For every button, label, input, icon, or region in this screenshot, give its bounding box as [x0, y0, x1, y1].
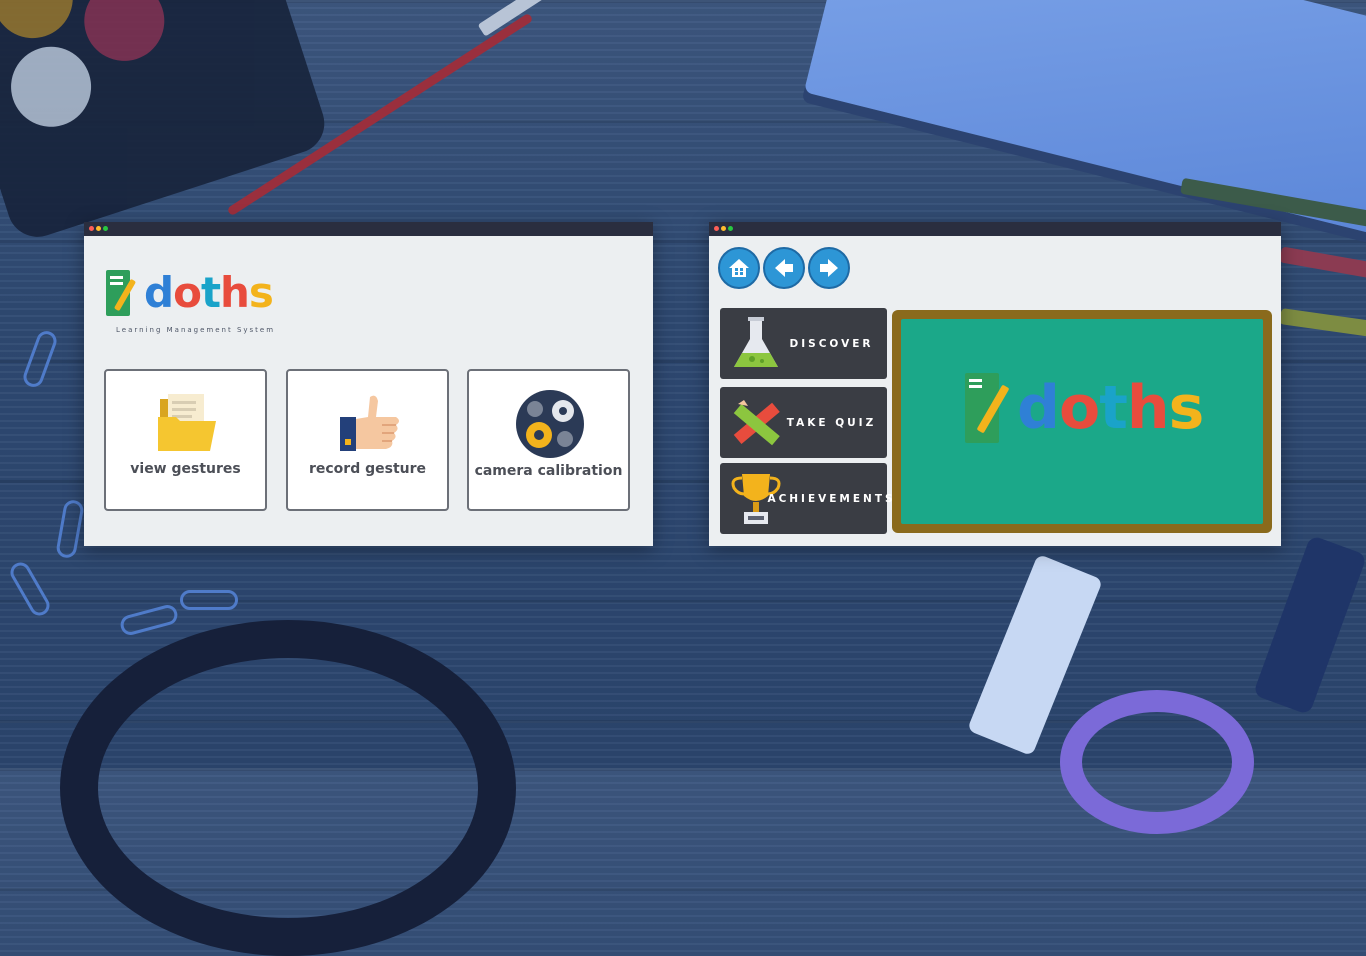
- view-gestures-card[interactable]: view gestures: [104, 369, 267, 511]
- back-button[interactable]: [763, 247, 805, 289]
- thumbs-up-icon: [340, 395, 399, 451]
- paint-tube-decoration: [966, 553, 1104, 757]
- folder-icon: [158, 394, 216, 451]
- logo-wordmark: doths: [144, 268, 274, 317]
- paintbrush-decoration: [226, 12, 534, 217]
- chalkboard-frame: doths: [892, 310, 1272, 533]
- thread-spool-decoration: [1252, 534, 1366, 716]
- chalkboard: doths: [901, 319, 1263, 524]
- gears-icon: [516, 390, 584, 458]
- paint-tray-decoration: [0, 0, 333, 245]
- paperclip-decoration: [118, 602, 180, 638]
- paperclip-decoration: [20, 328, 60, 390]
- headphones-decoration: [60, 620, 516, 956]
- pencil-decoration: [1180, 177, 1366, 229]
- paint-well: [0, 36, 102, 138]
- arrow-right-icon: [820, 259, 838, 277]
- paperclip-decoration: [55, 498, 85, 560]
- pencil-decoration: [1279, 246, 1366, 280]
- menu-item-label: DISCOVER: [789, 337, 874, 350]
- logo-wordmark: doths: [1017, 373, 1204, 443]
- scissors-decoration: [1060, 690, 1254, 834]
- pencil-decoration: [1279, 308, 1366, 338]
- paperclip-decoration: [6, 558, 54, 620]
- maximize-dot-icon[interactable]: [728, 226, 733, 231]
- book-decoration: [803, 0, 1366, 242]
- menu-item-label: TAKE QUIZ: [786, 416, 877, 429]
- paint-well: [73, 0, 175, 72]
- home-button[interactable]: [718, 247, 760, 289]
- menu-item-take-quiz[interactable]: TAKE QUIZ: [720, 387, 887, 458]
- home-icon: [729, 259, 749, 277]
- logo-subtitle: Learning Management System: [116, 326, 276, 334]
- menu-item-achievements[interactable]: ACHIEVEMENTS: [720, 463, 896, 534]
- window-titlebar: [84, 222, 653, 236]
- app-logo: doths: [106, 268, 274, 317]
- paint-well: [0, 0, 84, 49]
- card-label: record gesture: [308, 461, 427, 477]
- paperclip-decoration: [180, 590, 238, 610]
- paintbrush-tip-decoration: [477, 0, 553, 37]
- menu-item-discover[interactable]: DISCOVER: [720, 308, 887, 379]
- learning-app-window: DISCOVER TAKE QUIZ ACHIEVEMENTS doths: [709, 222, 1281, 546]
- record-gesture-card[interactable]: record gesture: [286, 369, 449, 511]
- card-label: camera calibration: [474, 463, 623, 479]
- arrow-left-icon: [775, 259, 793, 277]
- menu-item-label: ACHIEVEMENTS: [767, 492, 896, 505]
- card-label: view gestures: [130, 461, 241, 477]
- paint-well: [147, 0, 248, 6]
- close-dot-icon[interactable]: [89, 226, 94, 231]
- window-titlebar: [709, 222, 1281, 236]
- gesture-app-window: doths Learning Management System view ge…: [84, 222, 653, 546]
- close-dot-icon[interactable]: [714, 226, 719, 231]
- camera-calibration-card[interactable]: camera calibration: [467, 369, 630, 511]
- minimize-dot-icon[interactable]: [96, 226, 101, 231]
- forward-button[interactable]: [808, 247, 850, 289]
- board-logo: doths: [965, 373, 1204, 443]
- minimize-dot-icon[interactable]: [721, 226, 726, 231]
- maximize-dot-icon[interactable]: [103, 226, 108, 231]
